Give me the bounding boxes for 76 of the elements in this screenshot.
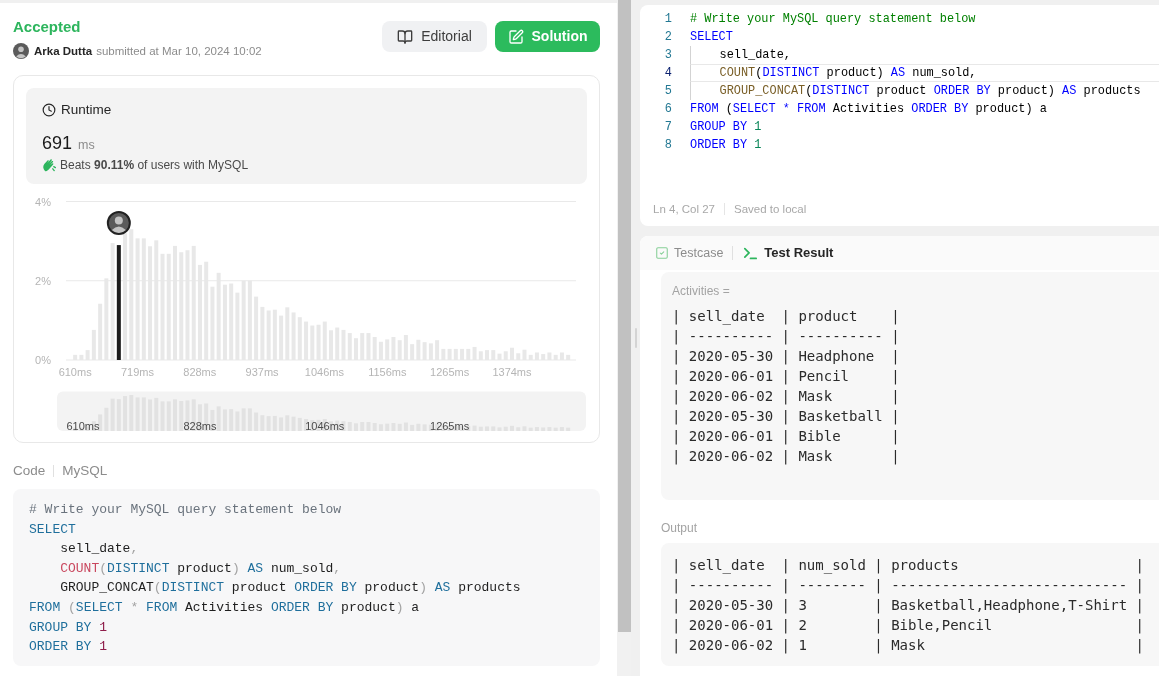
y-axis-label: 4% bbox=[35, 195, 51, 208]
table-line: | ---------- | -------- | ---------------------------- | bbox=[672, 576, 1144, 595]
avatar-icon bbox=[13, 43, 29, 59]
code-line: GROUP_CONCAT(DISTINCT product ORDER BY product) AS products bbox=[690, 82, 1141, 100]
book-icon bbox=[397, 28, 414, 45]
line-number: 6 bbox=[664, 101, 672, 118]
clapping-hands-icon bbox=[42, 158, 56, 172]
line-number: 8 bbox=[664, 137, 672, 154]
overview-axis-label: 828ms bbox=[183, 420, 217, 432]
y-axis-label: 0% bbox=[35, 354, 51, 366]
line-number: 4 bbox=[664, 65, 672, 82]
code-line: ORDER BY 1 bbox=[29, 638, 108, 657]
code-editor[interactable] bbox=[640, 5, 1159, 226]
x-axis-label: 610ms bbox=[58, 366, 92, 378]
code-line: FROM (SELECT * FROM Activities ORDER BY product) a bbox=[29, 598, 420, 617]
code-line: GROUP BY 1 bbox=[690, 119, 762, 136]
code-line: # Write your MySQL query statement below bbox=[29, 501, 342, 519]
code-line: GROUP BY 1 bbox=[29, 618, 108, 637]
scrollbar-thumb[interactable] bbox=[617, 0, 631, 632]
table-line: | sell_date | num_sold | products | bbox=[672, 556, 1144, 575]
table-line: | 2020-06-01 | Bible | bbox=[672, 427, 900, 446]
overview-axis-label: 610ms bbox=[66, 420, 100, 432]
table-line: | 2020-05-30 | Headphone | bbox=[672, 347, 900, 366]
line-number: 3 bbox=[664, 47, 672, 64]
save-status: Saved to local bbox=[734, 202, 807, 217]
table-line: | 2020-05-30 | Basketball | bbox=[672, 407, 900, 426]
line-number: 2 bbox=[664, 29, 672, 46]
table-line: | 2020-06-02 | 1 | Mask | bbox=[672, 636, 1144, 655]
code-line: COUNT(DISTINCT product) AS num_sold, bbox=[690, 64, 1159, 82]
line-number: 5 bbox=[664, 83, 672, 100]
line-number: 7 bbox=[664, 119, 672, 136]
table-line: | ---------- | ---------- | bbox=[672, 327, 900, 346]
avatar-icon bbox=[106, 211, 131, 236]
status-title: Accepted bbox=[13, 17, 81, 37]
checkbox-icon bbox=[655, 246, 669, 260]
y-axis-label: 2% bbox=[35, 274, 51, 287]
cursor-position: Ln 4, Col 27 bbox=[653, 202, 715, 217]
table-line: | 2020-06-01 | 2 | Bible,Pencil | bbox=[672, 616, 1144, 635]
table-line: | sell_date | product | bbox=[672, 307, 900, 326]
x-axis-label: 1374ms bbox=[492, 366, 532, 378]
x-axis-label: 719ms bbox=[120, 366, 154, 378]
table-line: | 2020-06-02 | Mask | bbox=[672, 447, 900, 466]
runtime-label: Runtime bbox=[61, 102, 112, 118]
code-line: GROUP_CONCAT(DISTINCT product ORDER BY product) AS products bbox=[59, 579, 521, 598]
overview-axis-label: 1046ms bbox=[305, 420, 345, 432]
code-line: # Write your MySQL query statement below bbox=[690, 11, 976, 28]
output-label: Output bbox=[661, 520, 698, 536]
x-axis-label: 937ms bbox=[245, 366, 279, 378]
code-line: COUNT(DISTINCT product) AS num_sold, bbox=[59, 559, 342, 578]
code-line: SELECT bbox=[690, 29, 733, 46]
editorial-button[interactable]: Editorial bbox=[382, 21, 487, 52]
code-label: Code bbox=[13, 462, 46, 480]
x-axis-label: 1265ms bbox=[430, 366, 470, 378]
x-axis-label: 1156ms bbox=[368, 366, 407, 378]
input-label: Activities = bbox=[672, 284, 730, 298]
beats-text: Beats 90.11% of users with MySQL bbox=[60, 157, 249, 173]
author-link[interactable]: Arka Dutta bbox=[34, 43, 93, 59]
code-line: sell_date, bbox=[690, 46, 791, 64]
submission-time: submitted at Mar 10, 2024 10:02 bbox=[96, 44, 262, 59]
code-line: ORDER BY 1 bbox=[690, 137, 762, 154]
language-label: MySQL bbox=[62, 462, 108, 480]
runtime-value: 691 bbox=[42, 132, 73, 155]
code-line: SELECT bbox=[29, 520, 76, 539]
code-line: FROM (SELECT * FROM Activities ORDER BY product) a bbox=[690, 101, 1047, 118]
table-line: | 2020-06-01 | Pencil | bbox=[672, 367, 900, 386]
code-line: sell_date, bbox=[59, 540, 139, 559]
table-line: | 2020-06-02 | Mask | bbox=[672, 387, 900, 406]
runtime-unit: ms bbox=[78, 137, 95, 153]
overview-axis-label: 1265ms bbox=[430, 420, 470, 432]
x-axis-label: 828ms bbox=[183, 366, 217, 378]
edit-icon bbox=[507, 28, 524, 45]
x-axis-label: 1046ms bbox=[304, 366, 344, 378]
line-number: 1 bbox=[664, 11, 672, 28]
clock-icon bbox=[42, 103, 56, 117]
console-tab[interactable]: Test Result bbox=[742, 242, 834, 264]
table-line: | 2020-05-30 | 3 | Basketball,Headphone,T-Shirt | bbox=[672, 596, 1144, 615]
